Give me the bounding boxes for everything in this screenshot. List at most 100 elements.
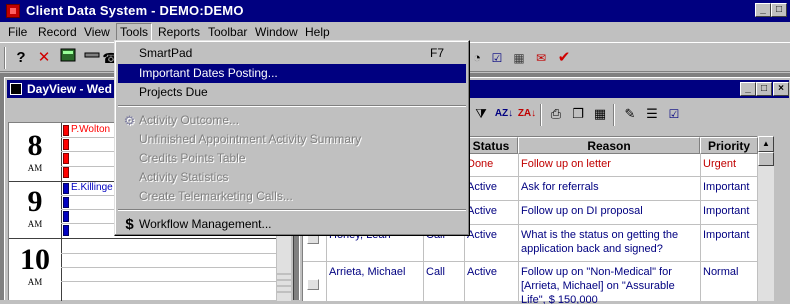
column-header-reason[interactable]: Reason — [518, 137, 700, 154]
hour-number: 8 — [27, 129, 43, 162]
menu-item-projects-due[interactable]: Projects Due — [118, 83, 466, 102]
menu-separator — [118, 209, 466, 211]
activities-maximize-button[interactable]: □ — [756, 82, 772, 96]
hour-ampm: AM — [27, 163, 43, 173]
menu-item-label: Create Telemarketing Calls... — [139, 189, 293, 203]
copy-icon[interactable]: ❐ — [567, 104, 589, 124]
hour-number: 9 — [27, 185, 43, 218]
menu-item-label: Unfinished Appointment Activity Summary — [139, 132, 362, 146]
appointment-marker[interactable] — [63, 153, 69, 164]
hour-ampm: AM — [27, 219, 43, 229]
menu-item-label: Important Dates Posting... — [139, 66, 278, 80]
cell-status: Active — [467, 181, 497, 193]
edit-icon[interactable]: ✎ — [619, 104, 641, 124]
grid-icon[interactable]: ▦ — [508, 48, 530, 68]
menu-item-credits-points-table[interactable]: Credits Points Table — [118, 149, 466, 168]
menu-item-important-dates-posting[interactable]: Important Dates Posting... — [118, 64, 466, 83]
menu-toolbar[interactable]: Toolbar — [208, 25, 247, 39]
list-icon[interactable]: ☰ — [641, 104, 663, 124]
menu-separator — [118, 105, 466, 107]
cell-reason: Ask for referrals — [521, 181, 599, 193]
appointment-label[interactable]: P.Wolton — [71, 124, 110, 135]
tools-menu: SmartPad F7 Important Dates Posting... P… — [114, 40, 470, 236]
app-icon — [6, 4, 20, 18]
sort-ascending-icon[interactable]: AZ↓ — [493, 104, 515, 124]
cell-status: Active — [467, 205, 497, 217]
sort-descending-icon[interactable]: ZA↓ — [516, 104, 538, 124]
maximize-button[interactable]: □ — [771, 3, 787, 17]
toolbar-separator — [4, 47, 6, 69]
slot-line — [61, 281, 276, 282]
mail-icon[interactable]: ✉ — [530, 48, 552, 68]
hour-number: 10 — [20, 243, 50, 276]
hour-10: 10 AM — [9, 243, 61, 288]
calculator-icon[interactable] — [57, 48, 79, 68]
activities-close-button[interactable]: × — [773, 82, 789, 96]
scroll-thumb[interactable] — [758, 152, 774, 166]
menu-window[interactable]: Window — [255, 25, 298, 39]
cell-priority: Important — [703, 205, 750, 217]
cell-client-name: Arrieta, Michael — [329, 266, 406, 278]
hour-9: 9 AM — [9, 185, 61, 230]
filter-icon[interactable]: ⧩ — [470, 104, 492, 124]
menu-item-shortcut: F7 — [429, 46, 444, 60]
appointment-marker[interactable] — [63, 167, 69, 178]
cell-reason: Follow up on DI proposal — [521, 205, 643, 217]
appointment-marker[interactable] — [63, 139, 69, 150]
checkmark-icon[interactable]: ✔ — [553, 48, 575, 68]
menu-reports[interactable]: Reports — [158, 25, 200, 39]
cell-status: Active — [467, 229, 497, 241]
column-header-status[interactable]: Status — [464, 137, 518, 154]
cell-reason: Follow up on "Non-Medical" for [Arrieta,… — [521, 266, 675, 304]
cancel-icon[interactable]: ✕ — [33, 48, 55, 68]
menubar: File Record View Tools Reports Toolbar W… — [0, 22, 790, 42]
appointment-marker[interactable] — [63, 225, 69, 236]
cell-status: Done — [467, 158, 494, 170]
help-icon[interactable]: ? — [10, 48, 32, 68]
minimize-button[interactable]: _ — [755, 3, 771, 17]
menu-tools[interactable]: Tools — [116, 23, 153, 41]
checkbox-icon[interactable]: ☑ — [486, 48, 508, 68]
cell-reason: Follow up on letter — [521, 158, 611, 170]
cell-priority: Important — [703, 229, 750, 241]
dollar-icon: $ — [125, 216, 134, 233]
scroll-up-button[interactable]: ▲ — [758, 136, 774, 152]
menu-item-create-telemarketing-calls[interactable]: Create Telemarketing Calls... — [118, 187, 466, 206]
menu-record[interactable]: Record — [38, 25, 77, 39]
print-icon[interactable]: ⎙ — [545, 104, 567, 124]
appointment-marker[interactable] — [63, 125, 69, 136]
activities-minimize-button[interactable]: _ — [740, 82, 756, 96]
slot-line — [61, 267, 276, 268]
dayview-title: DayView - Wed — [27, 82, 112, 96]
menu-item-workflow-management[interactable]: $ Workflow Management... — [118, 215, 466, 234]
hour-column-divider — [61, 123, 62, 301]
dayview-icon — [10, 83, 22, 95]
activity-icon: ⚙ — [123, 113, 136, 128]
appointment-marker[interactable] — [63, 183, 69, 194]
toolbar-separator — [540, 104, 542, 126]
appointment-marker[interactable] — [63, 211, 69, 222]
menu-help[interactable]: Help — [305, 25, 330, 39]
hour-8: 8 AM — [9, 129, 61, 174]
row-selector[interactable] — [307, 279, 319, 290]
appointment-marker[interactable] — [63, 197, 69, 208]
menu-file[interactable]: File — [8, 25, 27, 39]
checkbox-icon[interactable]: ☑ — [663, 104, 685, 124]
appointment-label[interactable]: E.Killinge — [71, 182, 113, 193]
cell-status: Active — [467, 266, 497, 278]
menu-item-label: Workflow Management... — [139, 217, 272, 231]
cell-priority: Urgent — [703, 158, 737, 170]
menu-item-label: Projects Due — [139, 85, 208, 99]
grid-scrollbar[interactable]: ▲ — [758, 136, 774, 301]
menu-item-activity-statistics[interactable]: Activity Statistics — [118, 168, 466, 187]
menu-item-smartpad[interactable]: SmartPad F7 — [118, 44, 466, 63]
menu-item-label: Activity Statistics — [139, 170, 229, 184]
menu-item-activity-outcome[interactable]: ⚙ Activity Outcome... — [118, 111, 466, 130]
toolbar-separator — [613, 104, 615, 126]
column-header-priority[interactable]: Priority — [700, 137, 758, 154]
menu-view[interactable]: View — [84, 25, 110, 39]
table-icon[interactable]: ▦ — [589, 104, 611, 124]
hour-divider — [9, 238, 276, 239]
cell-priority: Important — [703, 181, 750, 193]
menu-item-unfinished-appointment-summary[interactable]: Unfinished Appointment Activity Summary — [118, 130, 466, 149]
